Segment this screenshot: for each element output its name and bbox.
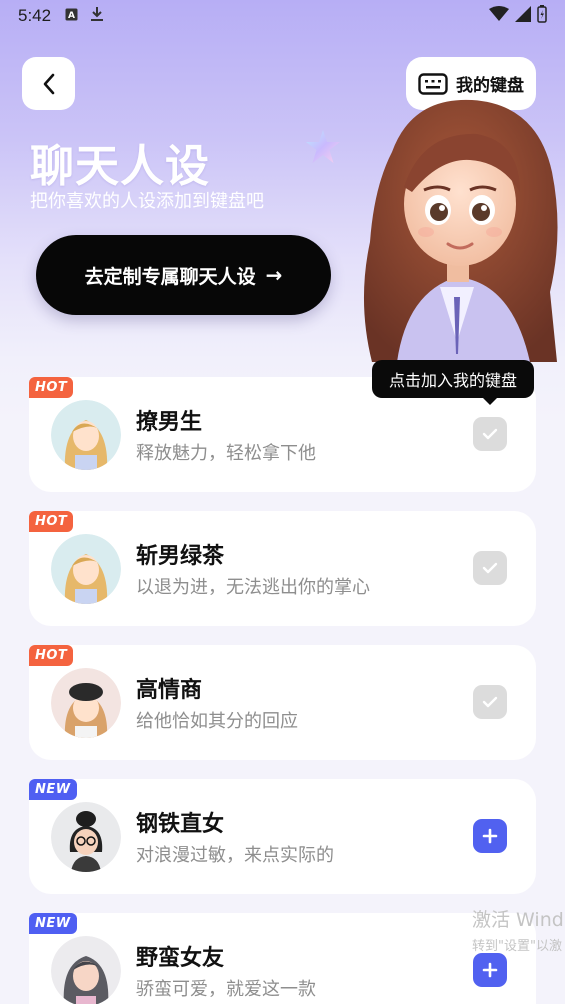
avatar <box>51 936 121 1004</box>
download-icon <box>90 6 104 26</box>
added-check-button[interactable] <box>473 417 507 451</box>
hot-badge: HOT <box>29 511 74 532</box>
battery-icon <box>537 5 547 27</box>
font-a-icon: A <box>65 8 78 25</box>
persona-card-ye-man-nv-you[interactable]: NEW 野蛮女友 骄蛮可爱，就爱这一款 <box>29 913 536 1004</box>
star-decoration-icon <box>306 130 340 163</box>
activation-watermark: 激活 Wind 转到"设置"以激 <box>472 905 565 954</box>
new-badge: NEW <box>29 913 77 934</box>
chevron-left-icon <box>43 73 54 94</box>
added-check-button[interactable] <box>473 685 507 719</box>
status-right <box>489 5 547 27</box>
avatar <box>51 534 121 604</box>
watermark-line-2: 转到"设置"以激 <box>472 939 562 954</box>
page-title: 聊天人设 <box>30 141 210 192</box>
new-badge: NEW <box>29 779 77 800</box>
signal-icon <box>515 6 531 26</box>
persona-name: 钢铁直女 <box>136 812 225 837</box>
persona-name: 高情商 <box>136 678 203 703</box>
plus-icon <box>482 962 498 978</box>
persona-desc: 以退为进，无法逃出你的掌心 <box>136 577 370 598</box>
arrow-right-icon: → <box>265 263 283 287</box>
persona-name: 撩男生 <box>136 410 203 435</box>
persona-name: 斩男绿茶 <box>136 544 225 569</box>
added-check-button[interactable] <box>473 551 507 585</box>
watermark-line-1: 激活 Wind <box>472 909 564 931</box>
persona-card-gang-tie-zhi-nv[interactable]: NEW 钢铁直女 对浪漫过敏，来点实际的 <box>29 779 536 894</box>
screen: 5:42 A 我的键盘 聊天人设 把你喜欢的人设添加到键盘吧 去定制专属聊天人设… <box>0 0 565 1004</box>
persona-desc: 骄蛮可爱，就爱这一款 <box>136 979 316 1000</box>
hot-badge: HOT <box>29 645 74 666</box>
custom-persona-button[interactable]: 去定制专属聊天人设 → <box>36 235 331 315</box>
wifi-icon <box>489 6 509 26</box>
avatar <box>51 802 121 872</box>
custom-persona-label: 去定制专属聊天人设 <box>84 265 256 288</box>
avatar <box>51 400 121 470</box>
avatar <box>51 668 121 738</box>
persona-card-zhan-nan-lv-cha[interactable]: HOT 斩男绿茶 以退为进，无法逃出你的掌心 <box>29 511 536 626</box>
add-persona-button[interactable] <box>473 953 507 987</box>
back-button[interactable] <box>22 57 75 110</box>
check-icon <box>482 562 498 574</box>
add-to-keyboard-tooltip: 点击加入我的键盘 <box>372 360 534 405</box>
hot-badge: HOT <box>29 377 74 398</box>
svg-text:A: A <box>68 11 75 21</box>
persona-card-gao-qing-shang[interactable]: HOT 高情商 给他恰如其分的回应 <box>29 645 536 760</box>
persona-name: 野蛮女友 <box>136 946 225 971</box>
plus-icon <box>482 828 498 844</box>
check-icon <box>482 428 498 440</box>
persona-desc: 释放魅力，轻松拿下他 <box>136 443 316 464</box>
persona-desc: 给他恰如其分的回应 <box>136 711 298 732</box>
page-subtitle: 把你喜欢的人设添加到键盘吧 <box>30 191 264 212</box>
status-bar: 5:42 A <box>0 0 565 32</box>
hero-character-illustration <box>364 99 558 362</box>
add-persona-button[interactable] <box>473 819 507 853</box>
status-time: 5:42 <box>18 6 52 25</box>
check-icon <box>482 696 498 708</box>
persona-desc: 对浪漫过敏，来点实际的 <box>136 845 334 866</box>
